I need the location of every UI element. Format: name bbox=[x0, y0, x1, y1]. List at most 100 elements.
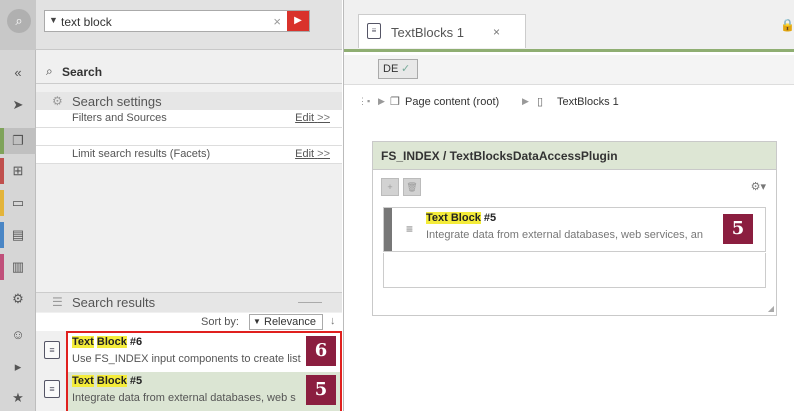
collapse-icon[interactable]: « bbox=[0, 60, 36, 86]
page-store-icon[interactable]: ❐ bbox=[0, 128, 36, 154]
item-title-rest: #5 bbox=[480, 212, 497, 224]
facets-edit-arrow: >> bbox=[317, 148, 330, 160]
result-title: Text Block #5 bbox=[72, 375, 142, 387]
language-button[interactable]: DE ✓ bbox=[378, 59, 418, 79]
text-icon: ≡ bbox=[406, 222, 414, 236]
pointer-icon[interactable]: ➤ bbox=[0, 92, 36, 118]
result-title-highlight: Block bbox=[96, 375, 127, 387]
result-description: Integrate data from external databases, … bbox=[72, 392, 296, 404]
tab-label: TextBlocks 1 bbox=[391, 25, 464, 40]
search-header: ⌕ Search bbox=[36, 60, 342, 84]
drag-handle[interactable] bbox=[384, 208, 392, 251]
search-results-header[interactable]: ☰ Search results bbox=[36, 292, 342, 312]
sort-direction-icon[interactable]: ↓ bbox=[330, 315, 336, 327]
filters-edit-label: Edit bbox=[295, 112, 315, 124]
result-item[interactable]: ≡ Text Block #6 Use FS_INDEX input compo… bbox=[44, 333, 340, 372]
search-go-button[interactable]: ▶ bbox=[287, 11, 309, 31]
spacer-row bbox=[36, 128, 342, 146]
search-icon: ⌕ bbox=[46, 64, 53, 78]
result-title-rest: #6 bbox=[126, 336, 143, 348]
search-results-label: Search results bbox=[72, 295, 156, 310]
filters-edit-arrow: >> bbox=[317, 112, 330, 124]
delete-icon[interactable]: 🗑 bbox=[403, 178, 421, 196]
result-badge: 5 bbox=[306, 375, 336, 405]
tree-icon[interactable]: ⋮▪ bbox=[358, 96, 370, 107]
data-store-icon[interactable]: ▤ bbox=[0, 222, 36, 248]
search-settings-header[interactable]: ⚙ Search settings bbox=[36, 92, 342, 110]
clear-icon[interactable]: × bbox=[273, 14, 281, 29]
item-title-highlight: Text Block bbox=[426, 212, 481, 224]
gear-icon[interactable]: ⚙▾ bbox=[751, 180, 766, 193]
editor-panel: ≡ TextBlocks 1 × 🔒 DE ✓ ⋮▪ ▶ ❐ Page cont… bbox=[343, 0, 794, 411]
language-bar: DE ✓ bbox=[344, 55, 794, 85]
card-title: FS_INDEX / TextBlocksDataAccessPlugin bbox=[381, 149, 618, 163]
template-store-icon[interactable]: ▥ bbox=[0, 254, 36, 280]
dropdown-icon[interactable]: ▼ bbox=[49, 15, 58, 25]
search-icon: ⌕ bbox=[7, 9, 31, 33]
gear-icon: ⚙ bbox=[52, 94, 63, 108]
filters-label: Filters and Sources bbox=[72, 112, 167, 124]
card-header: FS_INDEX / TextBlocksDataAccessPlugin bbox=[373, 142, 776, 170]
media-store-icon[interactable]: ▭ bbox=[0, 190, 36, 216]
add-icon[interactable]: + bbox=[381, 178, 399, 196]
tab-bar: ≡ TextBlocks 1 × 🔒 bbox=[344, 0, 794, 52]
check-icon: ✓ bbox=[401, 63, 411, 75]
resize-handle[interactable]: ◢ bbox=[768, 304, 774, 313]
result-title-highlight: Block bbox=[96, 336, 127, 348]
result-item[interactable]: ≡ Text Block #5 Integrate data from exte… bbox=[44, 372, 340, 411]
divider bbox=[298, 302, 322, 303]
filters-edit-link[interactable]: Edit >> bbox=[295, 112, 330, 124]
filters-row: Filters and Sources Edit >> bbox=[36, 110, 342, 128]
sort-value: Relevance bbox=[264, 316, 316, 328]
search-input[interactable]: ▼ text block × ▶ bbox=[44, 10, 310, 32]
sort-select[interactable]: ▼ Relevance bbox=[249, 314, 323, 330]
facets-row: Limit search results (Facets) Edit >> bbox=[36, 146, 342, 164]
empty-slot bbox=[383, 253, 766, 288]
index-item[interactable]: ≡ Text Block #5 Integrate data from exte… bbox=[383, 207, 766, 252]
page-content-icon: ❐ bbox=[390, 96, 400, 108]
result-title-highlight: Text bbox=[72, 336, 94, 348]
sort-label: Sort by: bbox=[201, 316, 239, 328]
tab-textblocks[interactable]: ≡ TextBlocks 1 × bbox=[358, 14, 526, 48]
sort-row: Sort by: ▼ Relevance ↓ bbox=[36, 313, 342, 331]
search-panel-toggle[interactable]: ⌕ bbox=[0, 0, 36, 50]
result-description: Use FS_INDEX input components to create … bbox=[72, 353, 301, 365]
facets-edit-link[interactable]: Edit >> bbox=[295, 148, 330, 160]
facets-edit-label: Edit bbox=[295, 148, 315, 160]
close-icon[interactable]: × bbox=[493, 25, 500, 39]
document-icon: ≡ bbox=[44, 380, 60, 398]
result-title-highlight: Text bbox=[72, 375, 94, 387]
language-code: DE bbox=[383, 63, 399, 75]
result-title: Text Block #6 bbox=[72, 336, 142, 348]
star-icon[interactable]: ★ bbox=[0, 385, 36, 411]
search-title: Search bbox=[62, 65, 103, 79]
result-badge: 6 bbox=[306, 336, 336, 366]
document-icon: ≡ bbox=[367, 23, 381, 39]
search-bar: ▼ text block × ▶ bbox=[36, 0, 342, 50]
play-icon[interactable]: ▸ bbox=[0, 354, 36, 380]
search-query[interactable]: text block bbox=[61, 15, 112, 29]
result-title-rest: #5 bbox=[126, 375, 143, 387]
lock-icon[interactable]: 🔒 bbox=[780, 18, 794, 32]
settings-icon[interactable]: ⚙ bbox=[0, 286, 36, 312]
facets-label: Limit search results (Facets) bbox=[72, 148, 211, 160]
icon-strip: ⌕ « ➤ ❐ ⊞ ▭ ▤ ▥ ⚙ ☺ ▸ ★ bbox=[0, 0, 36, 411]
search-settings-label: Search settings bbox=[72, 94, 162, 109]
search-results-list: ≡ Text Block #6 Use FS_INDEX input compo… bbox=[44, 331, 342, 411]
chevron-down-icon: ▼ bbox=[253, 317, 261, 326]
breadcrumb: ⋮▪ ▶ ❐ Page content (root) ▶ ▯ TextBlock… bbox=[344, 92, 794, 114]
list-icon: ☰ bbox=[52, 295, 63, 309]
chevron-right-icon: ▶ bbox=[522, 96, 529, 106]
search-panel: ▼ text block × ▶ ⌕ Search ⚙ Search setti… bbox=[36, 0, 342, 411]
breadcrumb-item[interactable]: TextBlocks 1 bbox=[557, 96, 619, 108]
item-description: Integrate data from external databases, … bbox=[426, 229, 703, 241]
item-title: Text Block #5 bbox=[426, 212, 496, 224]
index-card: FS_INDEX / TextBlocksDataAccessPlugin + … bbox=[372, 141, 777, 316]
item-badge: 5 bbox=[723, 214, 753, 244]
breadcrumb-item[interactable]: Page content (root) bbox=[405, 96, 499, 108]
document-icon: ≡ bbox=[44, 341, 60, 359]
site-store-icon[interactable]: ⊞ bbox=[0, 158, 36, 184]
document-icon: ▯ bbox=[537, 96, 544, 108]
users-icon[interactable]: ☺ bbox=[0, 322, 36, 348]
chevron-right-icon: ▶ bbox=[378, 96, 385, 106]
